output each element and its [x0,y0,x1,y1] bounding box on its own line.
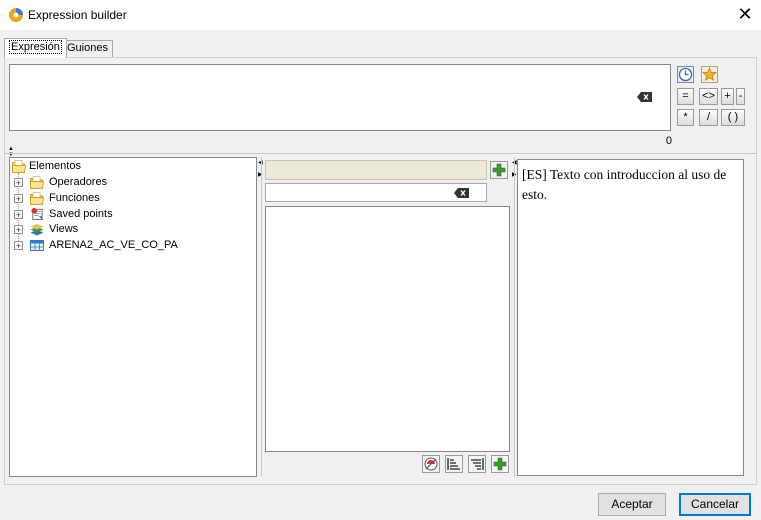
tab-expresion-label: Expresión [9,40,62,54]
expand-icon[interactable]: + [14,225,23,235]
description-text: [ES] Texto con introduccion al uso de es… [522,167,727,202]
window-title: Expression builder [28,8,127,22]
tree-item-funciones[interactable]: + Funciones [13,191,213,206]
expand-icon[interactable]: + [14,194,23,204]
folder-icon [30,192,44,205]
tree-item-arena2[interactable]: + ARENA2_AC_VE_CO_PA [13,238,243,253]
minus-button[interactable]: - [736,88,745,105]
clear-search-icon[interactable] [454,188,469,198]
sort-descending-icon[interactable] [468,455,486,473]
tab-expresion[interactable]: Expresión [4,38,67,58]
plus-button[interactable]: + [721,88,734,105]
layers-icon [30,224,44,236]
not-equals-button[interactable]: <> [699,88,718,105]
saved-points-icon [31,207,43,220]
tree-item-saved-points[interactable]: + Saved points [13,207,213,222]
tab-guiones[interactable]: Guiones [62,40,113,57]
tree-root-label: Elementos [29,160,81,172]
table-icon [30,240,44,251]
expression-input[interactable] [9,64,671,131]
tree-item-label: ARENA2_AC_VE_CO_PA [49,239,178,251]
close-icon[interactable]: ✕ [734,4,756,24]
character-count: 0 [665,135,672,147]
tree-root-elementos[interactable]: Elementos [11,159,211,174]
description-panel: [ES] Texto con introduccion al uso de es… [517,159,744,476]
folder-icon [12,160,26,173]
right-vertical-splitter[interactable] [514,157,515,477]
favorites-star-icon[interactable] [701,66,718,83]
filter-values-icon[interactable] [422,455,440,473]
values-header-bar [265,160,487,180]
add-value-icon[interactable] [491,455,509,473]
app-logo-icon [9,8,23,22]
elements-tree[interactable]: Elementos + Operadores + Funciones + Sav… [9,157,257,477]
expand-icon[interactable]: + [14,241,23,251]
tree-item-label: Operadores [49,176,108,188]
divide-button[interactable]: / [699,109,718,126]
left-vertical-splitter[interactable] [261,157,262,477]
add-icon[interactable] [490,161,508,179]
sort-ascending-icon[interactable] [445,455,463,473]
tree-item-operadores[interactable]: + Operadores [13,175,213,190]
tree-item-label: Saved points [49,208,113,220]
equals-button[interactable]: = [677,88,694,105]
clear-expression-icon[interactable] [637,92,652,102]
folder-icon [30,176,44,189]
accept-button[interactable]: Aceptar [598,493,666,516]
tree-item-label: Funciones [49,192,100,204]
cancel-button[interactable]: Cancelar [679,493,751,516]
horizontal-splitter[interactable] [4,153,757,154]
multiply-button[interactable]: * [677,109,694,126]
tree-item-views[interactable]: + Views [13,222,213,237]
values-list[interactable] [265,206,510,452]
tree-item-label: Views [49,223,79,235]
parentheses-button[interactable]: ( ) [721,109,745,126]
history-clock-icon[interactable] [677,66,694,83]
expand-icon[interactable]: + [14,178,23,188]
expand-icon[interactable]: + [14,210,23,220]
